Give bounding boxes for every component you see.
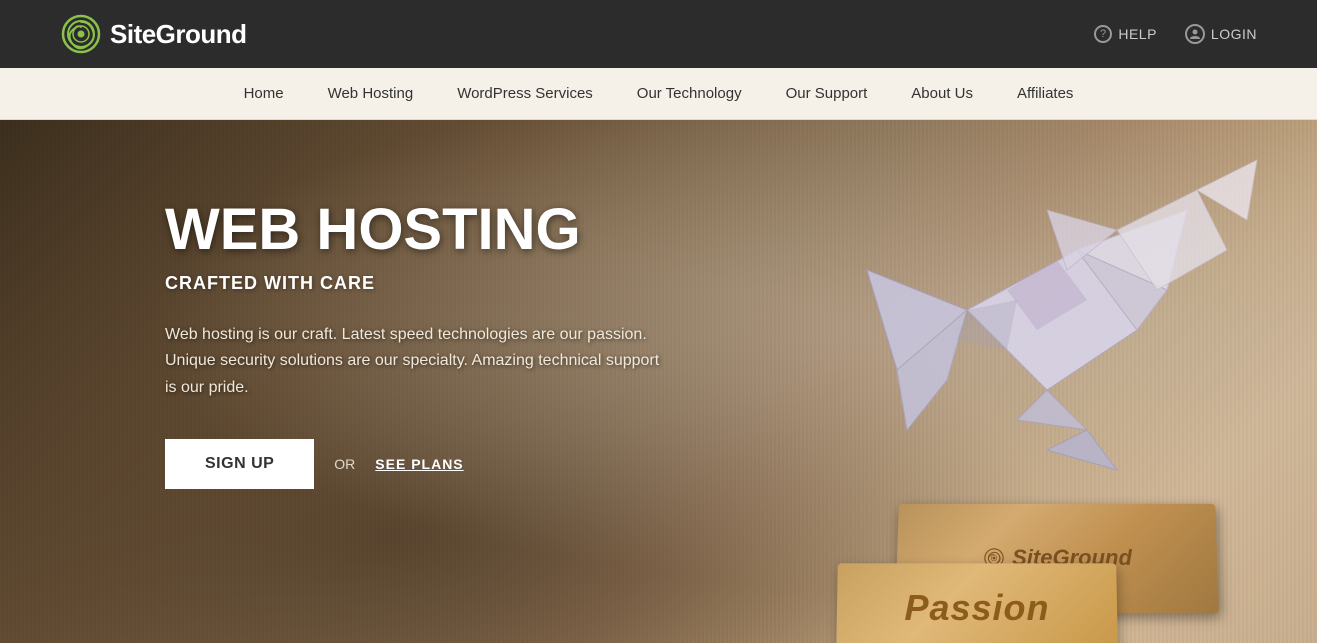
signup-button[interactable]: SIGN UP (165, 439, 314, 489)
nav-item-affiliates[interactable]: Affiliates (995, 68, 1095, 120)
help-link[interactable]: ? HELP (1094, 25, 1157, 43)
siteground-logo-icon (60, 13, 102, 55)
nav-item-our-technology[interactable]: Our Technology (615, 68, 764, 120)
login-link[interactable]: LOGIN (1185, 24, 1257, 44)
nav-label-home: Home (244, 85, 284, 102)
help-icon: ? (1094, 25, 1112, 43)
passion-text: Passio (904, 587, 1026, 629)
nav-label-our-support: Our Support (786, 85, 868, 102)
nav-label-affiliates: Affiliates (1017, 85, 1073, 102)
logo-text: SiteGround (110, 19, 247, 50)
hero-section: SiteGround Passio n WEB HOSTING CRAFTED … (0, 120, 1317, 643)
topbar: SiteGround ? HELP LOGIN (0, 0, 1317, 68)
nav-item-home[interactable]: Home (222, 68, 306, 120)
hero-title: WEB HOSTING (165, 200, 675, 261)
passion-block: Passio n (836, 563, 1118, 643)
nav-item-our-support[interactable]: Our Support (764, 68, 890, 120)
nav-item-wordpress-services[interactable]: WordPress Services (435, 68, 615, 120)
hero-content: WEB HOSTING CRAFTED WITH CARE Web hostin… (165, 200, 675, 489)
hero-subtitle: CRAFTED WITH CARE (165, 273, 675, 294)
or-separator: OR (334, 456, 355, 472)
logo[interactable]: SiteGround (60, 13, 247, 55)
topbar-right: ? HELP LOGIN (1094, 24, 1257, 44)
navbar: Home Web Hosting WordPress Services Our … (0, 68, 1317, 120)
hero-actions: SIGN UP OR SEE PLANS (165, 439, 675, 489)
hero-description: Web hosting is our craft. Latest speed t… (165, 322, 675, 401)
nav-label-wordpress-services: WordPress Services (457, 85, 593, 102)
see-plans-link[interactable]: SEE PLANS (375, 456, 463, 472)
nav-item-web-hosting[interactable]: Web Hosting (306, 68, 436, 120)
nav-label-about-us: About Us (911, 85, 973, 102)
passion-text-continuation: n (1026, 587, 1049, 629)
nav-label-our-technology: Our Technology (637, 85, 742, 102)
nav-item-about-us[interactable]: About Us (889, 68, 995, 120)
crane-decoration (767, 130, 1267, 550)
user-icon (1185, 24, 1205, 44)
nav-label-web-hosting: Web Hosting (328, 85, 414, 102)
login-label: LOGIN (1211, 26, 1257, 42)
help-label: HELP (1118, 26, 1157, 42)
